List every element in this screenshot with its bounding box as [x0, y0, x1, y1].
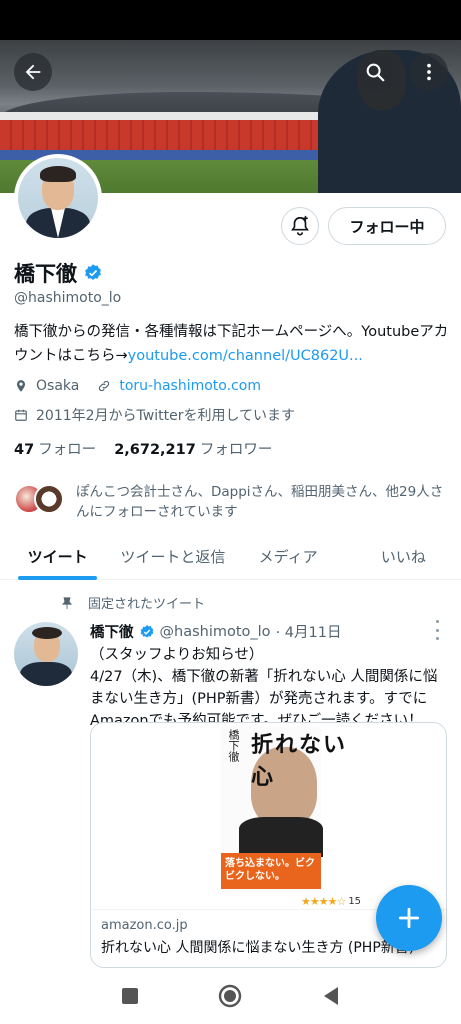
link-icon [99, 380, 110, 392]
tab-tweets[interactable]: ツイート [0, 534, 115, 580]
tab-tweets-and-replies[interactable]: ツイートと返信 [115, 534, 230, 579]
rating-count: 15 [348, 896, 362, 907]
verified-badge-icon[interactable] [83, 263, 103, 283]
compose-tweet-button[interactable] [376, 885, 442, 951]
back-arrow-icon [25, 64, 41, 80]
location-pin-icon [16, 380, 26, 392]
tweet-author-avatar[interactable] [14, 622, 78, 686]
card-image: 橋下徹 折れない心 落ち込まない。ビクビクしない。 ★★★★☆ 15 [91, 723, 446, 909]
android-nav-bar [0, 968, 461, 1024]
book-author-vertical: 橋下徹 [227, 729, 240, 762]
tweet-author-handle[interactable]: @hashimoto_lo [160, 624, 271, 640]
search-icon [366, 63, 385, 82]
compose-plus-icon [398, 907, 420, 929]
rating-stars: ★★★★☆ [301, 895, 346, 908]
pin-icon [61, 596, 73, 609]
following-count-link[interactable]: 47 フォロー [14, 438, 96, 459]
home-button[interactable] [218, 984, 242, 1008]
avatar-photo [18, 158, 98, 238]
pinned-tweet-label: 固定されたツイート [60, 593, 205, 612]
calendar-icon [15, 409, 27, 421]
tab-media[interactable]: メディア [231, 534, 346, 579]
following-label: フォロー [38, 442, 97, 458]
pinned-label-text: 固定されたツイート [88, 597, 206, 612]
followers-count: 2,672,217 [114, 442, 196, 458]
book-title: 折れない心 [251, 733, 348, 790]
followed-by-text: ぽんこつ会計士さん、Dappiさん、稲田朋美さん、他29人さんにフォローされてい… [76, 484, 444, 520]
recents-button[interactable] [118, 984, 142, 1008]
home-circle-icon [219, 984, 242, 1008]
followed-by-avatars [14, 482, 66, 516]
more-options-button[interactable] [410, 53, 448, 91]
tweet-text: （スタッフよりお知らせ） 4/27（木)、橋下徹の新著「折れない心 人間関係に悩… [90, 647, 438, 729]
profile-website-link[interactable]: toru-hashimoto.com [119, 378, 261, 394]
search-button[interactable] [356, 53, 394, 91]
notification-button[interactable] [281, 207, 319, 245]
more-vertical-icon [427, 63, 431, 81]
followers-count-link[interactable]: 2,672,217 フォロワー [114, 438, 272, 459]
profile-handle: @hashimoto_lo [14, 290, 122, 306]
follow-counts: 47 フォロー 2,672,217 フォロワー [14, 438, 272, 459]
book-cover: 橋下徹 折れない心 落ち込まない。ビクビクしない。 [221, 727, 345, 893]
bio-youtube-link[interactable]: youtube.com/channel/UC862U... [128, 348, 363, 364]
profile-avatar[interactable] [14, 154, 102, 242]
followed-by-row[interactable]: ぽんこつ会計士さん、Dappiさん、稲田朋美さん、他29人さんにフォローされてい… [14, 482, 454, 522]
following-button[interactable]: フォロー中 [328, 207, 446, 245]
profile-joined-date: 2011年2月からTwitterを利用しています [36, 408, 296, 424]
recents-square-icon [122, 988, 139, 1004]
back-button[interactable] [14, 53, 52, 91]
tab-likes[interactable]: いいね [346, 534, 461, 579]
following-count: 47 [14, 442, 35, 458]
status-bar [0, 0, 461, 40]
followers-label: フォロワー [199, 442, 273, 458]
profile-name-row: 橋下徹 [14, 258, 103, 288]
profile-meta-row: Osaka toru-hashimoto.com [14, 378, 261, 394]
profile-location: Osaka [36, 378, 80, 394]
back-nav-button[interactable] [319, 984, 343, 1008]
back-triangle-icon [323, 987, 338, 1005]
tweet-author-name[interactable]: 橋下徹 [90, 621, 134, 642]
tweet-more-icon[interactable] [430, 620, 444, 640]
tweet-header: 橋下徹 @hashimoto_lo · 4月11日 [90, 621, 440, 642]
tweet-date[interactable]: · 4月11日 [276, 621, 342, 642]
book-rating: ★★★★☆ 15 [301, 895, 361, 908]
profile-tabs: ツイート ツイートと返信 メディア いいね [0, 534, 461, 580]
book-band: 落ち込まない。ビクビクしない。 [221, 853, 321, 889]
verified-badge-icon [140, 624, 153, 638]
notification-bell-plus-icon [291, 215, 309, 236]
profile-name: 橋下徹 [14, 262, 77, 286]
profile-bio: 橋下徹からの発信・各種情報は下記ホームページへ。Youtubeアカウントはこちら… [14, 320, 454, 368]
profile-joined-row: 2011年2月からTwitterを利用しています [14, 405, 295, 425]
